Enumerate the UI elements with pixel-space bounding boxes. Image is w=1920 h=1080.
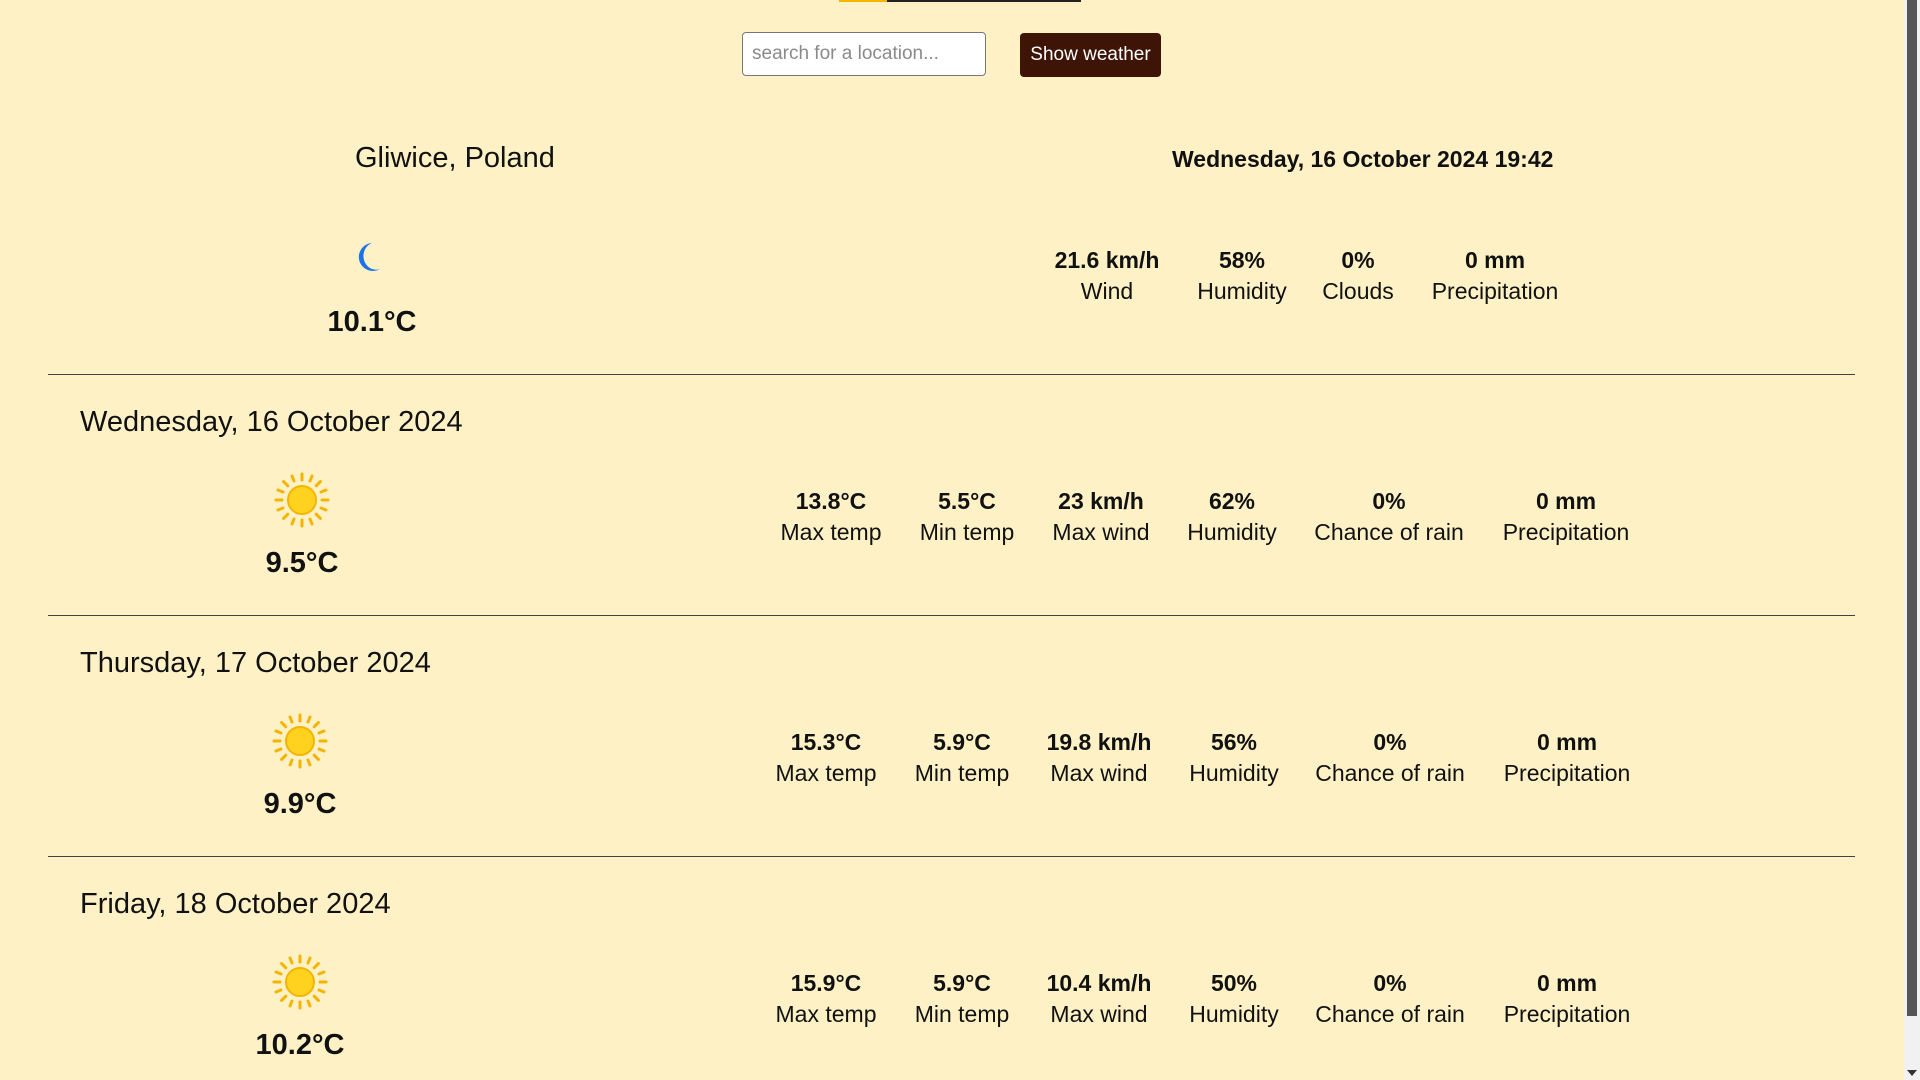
- current-stat-humidity: 58% Humidity: [1197, 245, 1286, 307]
- moon-icon: [358, 243, 380, 271]
- stat-value: 13.8°C: [795, 488, 867, 514]
- current-datetime: Wednesday, 16 October 2024 19:42: [1172, 146, 1554, 172]
- stat-value: 62%: [1208, 488, 1256, 514]
- stat-value: 15.3°C: [790, 729, 862, 755]
- stat-label: Precipitation: [1503, 1001, 1631, 1027]
- stat-label: Humidity: [1189, 760, 1279, 786]
- stat-label: Max wind: [1050, 1001, 1148, 1027]
- show-weather-button[interactable]: Show weather: [1020, 33, 1161, 77]
- stat-value: 21.6 km/h: [1054, 247, 1160, 273]
- current-stat-clouds: 0% Clouds: [1322, 245, 1394, 307]
- search-input[interactable]: [742, 32, 986, 76]
- stat-label: Chance of rain: [1315, 1001, 1465, 1027]
- stat-label: Humidity: [1189, 1001, 1279, 1027]
- forecast-stat-min-temp: 5.9°C Min temp: [915, 727, 1010, 789]
- stat-value: 5.9°C: [933, 970, 991, 996]
- stat-value: 0%: [1373, 729, 1407, 755]
- forecast-stat-min-temp: 5.9°C Min temp: [915, 968, 1010, 1030]
- vertical-scrollbar[interactable]: [1904, 0, 1920, 1080]
- forecast-stat-chance-of-rain: 0% Chance of rain: [1314, 486, 1464, 548]
- stat-label: Max temp: [775, 1001, 877, 1027]
- current-stat-precipitation: 0 mm Precipitation: [1432, 245, 1559, 307]
- divider: [48, 615, 1855, 616]
- divider: [48, 856, 1855, 857]
- forecast-date: Friday, 18 October 2024: [80, 888, 391, 920]
- forecast-stat-max-temp: 15.9°C Max temp: [776, 968, 877, 1030]
- stat-label: Max wind: [1052, 519, 1150, 545]
- stat-value: 10.4 km/h: [1046, 970, 1152, 996]
- top-strip: [839, 0, 1081, 2]
- stat-label: Max temp: [775, 760, 877, 786]
- stat-label: Precipitation: [1502, 519, 1630, 545]
- stat-value: 0 mm: [1536, 729, 1598, 755]
- sun-icon: [272, 954, 328, 1010]
- stat-label: Precipitation: [1503, 760, 1631, 786]
- stat-value: 50%: [1210, 970, 1258, 996]
- stat-label: Min temp: [919, 519, 1015, 545]
- sun-icon: [272, 713, 328, 769]
- stat-value: 19.8 km/h: [1046, 729, 1152, 755]
- stat-value: 56%: [1210, 729, 1258, 755]
- forecast-stat-precipitation: 0 mm Precipitation: [1503, 486, 1630, 548]
- forecast-date: Thursday, 17 October 2024: [80, 647, 431, 679]
- stat-value: 5.9°C: [933, 729, 991, 755]
- stat-label: Chance of rain: [1314, 519, 1464, 545]
- scroll-down-arrow-icon[interactable]: [1907, 1070, 1917, 1076]
- forecast-stat-precipitation: 0 mm Precipitation: [1504, 727, 1631, 789]
- stat-value: 0%: [1341, 247, 1375, 273]
- forecast-avg-temperature: 9.5°C: [265, 547, 339, 579]
- stat-label: Precipitation: [1431, 278, 1559, 304]
- stat-label: Clouds: [1322, 278, 1394, 304]
- stat-value: 0 mm: [1535, 488, 1597, 514]
- current-stat-wind: 21.6 km/h Wind: [1055, 245, 1160, 307]
- forecast-stat-humidity: 62% Humidity: [1187, 486, 1276, 548]
- stat-label: Min temp: [914, 1001, 1010, 1027]
- forecast-stat-chance-of-rain: 0% Chance of rain: [1315, 968, 1465, 1030]
- forecast-stat-humidity: 56% Humidity: [1189, 727, 1278, 789]
- stat-value: 23 km/h: [1058, 488, 1144, 514]
- stat-label: Min temp: [914, 760, 1010, 786]
- stat-value: 0%: [1373, 970, 1407, 996]
- forecast-stat-max-temp: 13.8°C Max temp: [781, 486, 882, 548]
- stat-label: Humidity: [1187, 519, 1277, 545]
- forecast-avg-temperature: 10.2°C: [255, 1029, 345, 1061]
- forecast-stat-precipitation: 0 mm Precipitation: [1504, 968, 1631, 1030]
- forecast-date: Wednesday, 16 October 2024: [80, 406, 463, 438]
- current-temperature: 10.1°C: [327, 306, 417, 338]
- forecast-stat-max-wind: 10.4 km/h Max wind: [1047, 968, 1152, 1030]
- stat-value: 0%: [1372, 488, 1406, 514]
- stat-value: 58%: [1218, 247, 1266, 273]
- forecast-avg-temperature: 9.9°C: [263, 788, 337, 820]
- stat-label: Wind: [1080, 278, 1134, 304]
- stat-value: 0 mm: [1464, 247, 1526, 273]
- location-name: Gliwice, Poland: [355, 142, 555, 174]
- stat-value: 15.9°C: [790, 970, 862, 996]
- sun-icon: [274, 472, 330, 528]
- forecast-stat-max-wind: 19.8 km/h Max wind: [1047, 727, 1152, 789]
- stat-label: Chance of rain: [1315, 760, 1465, 786]
- forecast-stat-humidity: 50% Humidity: [1189, 968, 1278, 1030]
- stat-value: 5.5°C: [938, 488, 996, 514]
- stat-label: Max wind: [1050, 760, 1148, 786]
- forecast-stat-min-temp: 5.5°C Min temp: [920, 486, 1015, 548]
- stat-label: Max temp: [780, 519, 882, 545]
- forecast-stat-max-wind: 23 km/h Max wind: [1052, 486, 1149, 548]
- scrollbar-thumb[interactable]: [1907, 0, 1917, 1016]
- stat-label: Humidity: [1197, 278, 1287, 304]
- stat-value: 0 mm: [1536, 970, 1598, 996]
- forecast-stat-max-temp: 15.3°C Max temp: [776, 727, 877, 789]
- divider: [48, 374, 1855, 375]
- top-strip-accent: [839, 0, 887, 2]
- weather-page: Show weather Gliwice, Poland Wednesday, …: [0, 0, 1904, 1080]
- forecast-stat-chance-of-rain: 0% Chance of rain: [1315, 727, 1465, 789]
